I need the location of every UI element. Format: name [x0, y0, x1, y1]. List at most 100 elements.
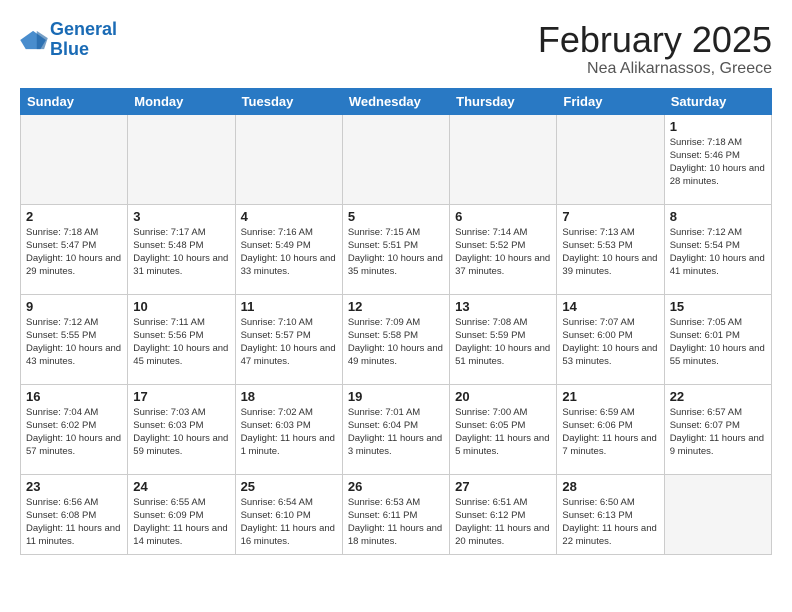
calendar-cell: 14 Sunrise: 7:07 AM Sunset: 6:00 PM Dayli… — [557, 294, 664, 384]
calendar-cell: 8 Sunrise: 7:12 AM Sunset: 5:54 PM Daylig… — [664, 204, 771, 294]
day-number: 25 — [241, 479, 337, 494]
day-number: 11 — [241, 299, 337, 314]
logo-text: General Blue — [50, 20, 117, 60]
calendar-cell: 20Sunrise: 7:00 AM Sunset: 6:05 PM Dayli… — [450, 384, 557, 474]
day-number: 16 — [26, 389, 122, 404]
day-number: 13 — [455, 299, 551, 314]
calendar-cell: 4 Sunrise: 7:16 AM Sunset: 5:49 PM Daylig… — [235, 204, 342, 294]
day-info: Sunrise: 7:08 AM Sunset: 5:59 PM Dayligh… — [455, 316, 551, 369]
day-info: Sunrise: 6:57 AM Sunset: 6:07 PM Dayligh… — [670, 406, 766, 459]
day-number: 6 — [455, 209, 551, 224]
calendar-cell — [450, 114, 557, 204]
calendar-cell: 25 Sunrise: 6:54 AM Sunset: 6:10 PM Dayli… — [235, 474, 342, 554]
day-info: Sunrise: 7:05 AM Sunset: 6:01 PM Dayligh… — [670, 316, 766, 369]
day-info: Sunrise: 6:56 AM Sunset: 6:08 PM Dayligh… — [26, 496, 122, 549]
day-info: Sunrise: 7:03 AM Sunset: 6:03 PM Dayligh… — [133, 406, 229, 459]
calendar-cell: 21 Sunrise: 6:59 AM Sunset: 6:06 PM Dayli… — [557, 384, 664, 474]
day-number: 21 — [562, 389, 658, 404]
day-info: Sunrise: 6:51 AM Sunset: 6:12 PM Dayligh… — [455, 496, 551, 549]
week-row-3: 9 Sunrise: 7:12 AM Sunset: 5:55 PM Daylig… — [21, 294, 772, 384]
calendar-cell: 19Sunrise: 7:01 AM Sunset: 6:04 PM Dayli… — [342, 384, 449, 474]
page-header: General Blue February 2025 Nea Alikarnas… — [20, 20, 772, 78]
calendar-cell — [235, 114, 342, 204]
calendar-cell: 1 Sunrise: 7:18 AM Sunset: 5:46 PM Daylig… — [664, 114, 771, 204]
calendar-title: February 2025 — [538, 20, 772, 60]
day-info: Sunrise: 6:59 AM Sunset: 6:06 PM Dayligh… — [562, 406, 658, 459]
calendar-cell: 3Sunrise: 7:17 AM Sunset: 5:48 PM Daylig… — [128, 204, 235, 294]
day-info: Sunrise: 7:10 AM Sunset: 5:57 PM Dayligh… — [241, 316, 337, 369]
calendar-subtitle: Nea Alikarnassos, Greece — [538, 60, 772, 78]
day-number: 10 — [133, 299, 229, 314]
day-info: Sunrise: 7:13 AM Sunset: 5:53 PM Dayligh… — [562, 226, 658, 279]
day-info: Sunrise: 7:12 AM Sunset: 5:54 PM Dayligh… — [670, 226, 766, 279]
weekday-header-thursday: Thursday — [450, 88, 557, 114]
calendar-cell — [342, 114, 449, 204]
calendar-cell: 27 Sunrise: 6:51 AM Sunset: 6:12 PM Dayli… — [450, 474, 557, 554]
day-info: Sunrise: 7:09 AM Sunset: 5:58 PM Dayligh… — [348, 316, 444, 369]
day-info: Sunrise: 7:18 AM Sunset: 5:46 PM Dayligh… — [670, 136, 766, 189]
calendar-cell: 13 Sunrise: 7:08 AM Sunset: 5:59 PM Dayli… — [450, 294, 557, 384]
calendar-cell: 7 Sunrise: 7:13 AM Sunset: 5:53 PM Daylig… — [557, 204, 664, 294]
calendar-cell: 23 Sunrise: 6:56 AM Sunset: 6:08 PM Dayli… — [21, 474, 128, 554]
day-info: Sunrise: 7:11 AM Sunset: 5:56 PM Dayligh… — [133, 316, 229, 369]
calendar-cell: 17Sunrise: 7:03 AM Sunset: 6:03 PM Dayli… — [128, 384, 235, 474]
day-info: Sunrise: 7:15 AM Sunset: 5:51 PM Dayligh… — [348, 226, 444, 279]
day-info: Sunrise: 6:54 AM Sunset: 6:10 PM Dayligh… — [241, 496, 337, 549]
calendar-cell: 18 Sunrise: 7:02 AM Sunset: 6:03 PM Dayli… — [235, 384, 342, 474]
day-info: Sunrise: 7:16 AM Sunset: 5:49 PM Dayligh… — [241, 226, 337, 279]
calendar-cell — [128, 114, 235, 204]
day-number: 2 — [26, 209, 122, 224]
day-number: 27 — [455, 479, 551, 494]
calendar-cell: 9 Sunrise: 7:12 AM Sunset: 5:55 PM Daylig… — [21, 294, 128, 384]
weekday-header-friday: Friday — [557, 88, 664, 114]
weekday-header-saturday: Saturday — [664, 88, 771, 114]
day-number: 14 — [562, 299, 658, 314]
day-number: 28 — [562, 479, 658, 494]
logo: General Blue — [20, 20, 117, 60]
calendar-cell — [664, 474, 771, 554]
calendar-cell — [557, 114, 664, 204]
day-number: 26 — [348, 479, 444, 494]
calendar-cell: 28 Sunrise: 6:50 AM Sunset: 6:13 PM Dayli… — [557, 474, 664, 554]
calendar-cell: 22 Sunrise: 6:57 AM Sunset: 6:07 PM Dayli… — [664, 384, 771, 474]
day-number: 9 — [26, 299, 122, 314]
calendar-cell: 16 Sunrise: 7:04 AM Sunset: 6:02 PM Dayli… — [21, 384, 128, 474]
day-number: 15 — [670, 299, 766, 314]
day-number: 1 — [670, 119, 766, 134]
calendar-cell: 2 Sunrise: 7:18 AM Sunset: 5:47 PM Daylig… — [21, 204, 128, 294]
day-info: Sunrise: 6:53 AM Sunset: 6:11 PM Dayligh… — [348, 496, 444, 549]
day-number: 18 — [241, 389, 337, 404]
day-number: 8 — [670, 209, 766, 224]
day-info: Sunrise: 7:17 AM Sunset: 5:48 PM Dayligh… — [133, 226, 229, 279]
day-number: 24 — [133, 479, 229, 494]
weekday-header-wednesday: Wednesday — [342, 88, 449, 114]
calendar-cell: 10 Sunrise: 7:11 AM Sunset: 5:56 PM Dayli… — [128, 294, 235, 384]
week-row-5: 23 Sunrise: 6:56 AM Sunset: 6:08 PM Dayli… — [21, 474, 772, 554]
day-info: Sunrise: 7:02 AM Sunset: 6:03 PM Dayligh… — [241, 406, 337, 459]
week-row-2: 2 Sunrise: 7:18 AM Sunset: 5:47 PM Daylig… — [21, 204, 772, 294]
weekday-header-tuesday: Tuesday — [235, 88, 342, 114]
day-info: Sunrise: 6:50 AM Sunset: 6:13 PM Dayligh… — [562, 496, 658, 549]
day-number: 22 — [670, 389, 766, 404]
day-number: 19 — [348, 389, 444, 404]
calendar-cell: 12 Sunrise: 7:09 AM Sunset: 5:58 PM Dayli… — [342, 294, 449, 384]
calendar-cell — [21, 114, 128, 204]
calendar-cell: 5Sunrise: 7:15 AM Sunset: 5:51 PM Daylig… — [342, 204, 449, 294]
day-info: Sunrise: 7:04 AM Sunset: 6:02 PM Dayligh… — [26, 406, 122, 459]
day-number: 12 — [348, 299, 444, 314]
calendar-cell: 11 Sunrise: 7:10 AM Sunset: 5:57 PM Dayli… — [235, 294, 342, 384]
week-row-4: 16 Sunrise: 7:04 AM Sunset: 6:02 PM Dayli… — [21, 384, 772, 474]
day-info: Sunrise: 6:55 AM Sunset: 6:09 PM Dayligh… — [133, 496, 229, 549]
day-info: Sunrise: 7:12 AM Sunset: 5:55 PM Dayligh… — [26, 316, 122, 369]
logo-icon — [20, 29, 48, 51]
title-block: February 2025 Nea Alikarnassos, Greece — [538, 20, 772, 78]
day-number: 7 — [562, 209, 658, 224]
calendar-cell: 24 Sunrise: 6:55 AM Sunset: 6:09 PM Dayli… — [128, 474, 235, 554]
calendar-cell: 6Sunrise: 7:14 AM Sunset: 5:52 PM Daylig… — [450, 204, 557, 294]
day-number: 23 — [26, 479, 122, 494]
weekday-header-sunday: Sunday — [21, 88, 128, 114]
day-info: Sunrise: 7:07 AM Sunset: 6:00 PM Dayligh… — [562, 316, 658, 369]
calendar-table: SundayMondayTuesdayWednesdayThursdayFrid… — [20, 88, 772, 555]
day-number: 4 — [241, 209, 337, 224]
day-info: Sunrise: 7:18 AM Sunset: 5:47 PM Dayligh… — [26, 226, 122, 279]
